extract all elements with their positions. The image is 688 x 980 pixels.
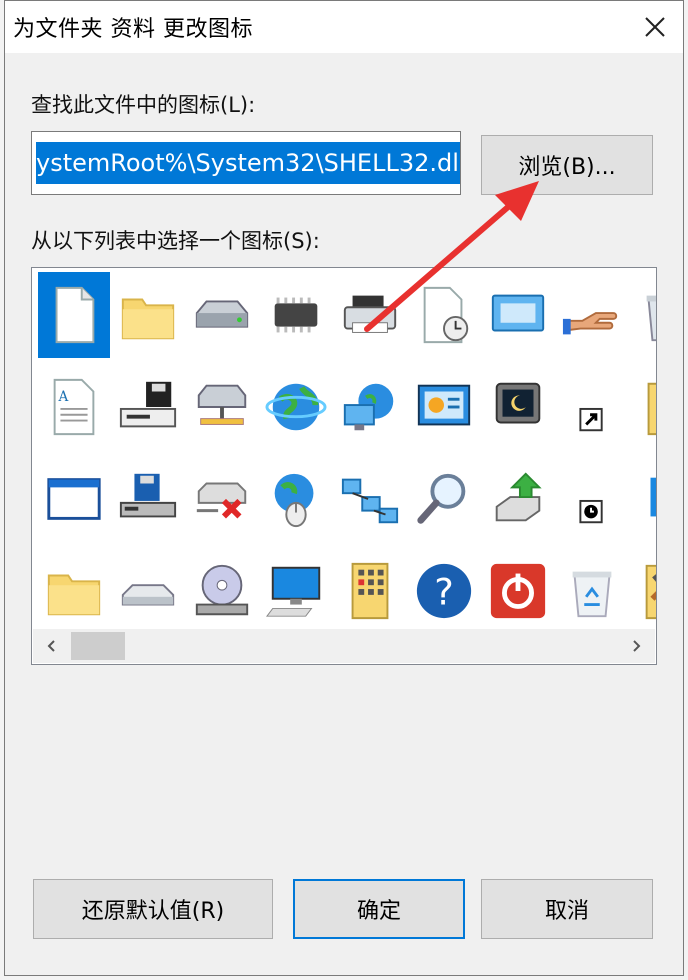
icon-list[interactable]: A? xyxy=(31,267,657,665)
svg-text:?: ? xyxy=(434,571,454,614)
icon-list-item[interactable] xyxy=(408,456,480,542)
icon-list-item[interactable]: A xyxy=(38,364,110,450)
printer-icon xyxy=(343,295,397,333)
icon-list-item[interactable] xyxy=(556,456,628,542)
icon-list-item[interactable] xyxy=(186,456,258,542)
dialog-title: 为文件夹 资料 更改图标 xyxy=(13,17,253,42)
power-button-icon xyxy=(490,563,546,619)
icon-list-item[interactable] xyxy=(334,272,406,358)
document-clock-icon xyxy=(423,286,469,344)
icon-list-item[interactable] xyxy=(112,456,184,542)
icon-list-item[interactable] xyxy=(112,364,184,450)
icon-list-item[interactable] xyxy=(408,364,480,450)
path-selected-text: ystemRoot%\System32\SHELL32.dll xyxy=(36,142,460,184)
cd-drive-icon xyxy=(195,564,249,616)
network-connections-icon xyxy=(341,478,399,524)
icon-list-item[interactable] xyxy=(556,272,628,358)
floppy-drive-icon xyxy=(119,473,177,518)
icon-list-item[interactable] xyxy=(334,456,406,542)
icon-list-item[interactable] xyxy=(112,272,184,358)
tools-folder-icon xyxy=(645,564,656,620)
drive-with-floppy-icon xyxy=(119,381,177,428)
hard-drive-icon xyxy=(195,300,249,328)
icon-list-item[interactable] xyxy=(186,364,258,450)
icon-list-item[interactable] xyxy=(334,364,406,450)
monitor-moon-icon xyxy=(495,382,541,424)
memory-chip-icon xyxy=(274,297,318,333)
icon-list-item[interactable] xyxy=(186,272,258,358)
icon-file-path-input[interactable]: ystemRoot%\System32\SHELL32.dll xyxy=(31,131,461,195)
folder-key-icon xyxy=(647,382,656,436)
sharing-hand-icon xyxy=(562,312,618,335)
blank-window-icon xyxy=(47,478,101,520)
icon-list-item[interactable] xyxy=(38,548,110,634)
icon-list-item[interactable] xyxy=(186,548,258,634)
help-question-icon: ? xyxy=(416,563,472,619)
close-button[interactable] xyxy=(635,7,675,47)
network-drive-icon xyxy=(197,384,247,425)
browse-button[interactable]: 浏览(B)... xyxy=(481,135,653,195)
blank-document-icon xyxy=(55,286,95,344)
icon-list-item[interactable] xyxy=(556,364,628,450)
screen-window-icon xyxy=(491,294,545,332)
look-for-icons-label: 查找此文件中的图标(L): xyxy=(31,93,256,117)
select-icon-label: 从以下列表中选择一个图标(S): xyxy=(31,229,320,253)
close-icon xyxy=(645,17,665,37)
icon-list-item[interactable] xyxy=(260,364,332,450)
icon-list-item[interactable] xyxy=(482,548,554,634)
presentation-icon xyxy=(417,384,471,426)
scroll-left-button[interactable] xyxy=(39,633,65,659)
search-magnifier-icon xyxy=(417,473,466,524)
globe-mouse-icon xyxy=(274,473,314,528)
icon-list-item[interactable] xyxy=(630,548,656,634)
folder-icon-2 xyxy=(47,574,101,616)
icon-list-item[interactable] xyxy=(630,272,656,358)
horizontal-scrollbar[interactable] xyxy=(33,629,655,663)
icon-list-item[interactable] xyxy=(482,456,554,542)
icon-list-item[interactable] xyxy=(260,456,332,542)
icon-list-item[interactable] xyxy=(260,548,332,634)
chevron-right-icon xyxy=(633,640,641,652)
folder-icon xyxy=(121,298,175,340)
icon-list-item[interactable] xyxy=(482,272,554,358)
icon-list-item[interactable] xyxy=(38,456,110,542)
icon-list-item[interactable] xyxy=(260,272,332,358)
recycle-bin-empty-icon xyxy=(572,571,612,618)
svg-text:A: A xyxy=(58,389,69,405)
ok-button[interactable]: 确定 xyxy=(293,879,465,939)
globe-icon xyxy=(265,383,327,431)
chevron-left-icon xyxy=(47,640,55,652)
scroll-thumb[interactable] xyxy=(71,632,125,660)
disconnected-drive-icon xyxy=(196,482,247,519)
icon-list-item[interactable] xyxy=(38,272,110,358)
clock-overlay-icon xyxy=(579,499,603,524)
icon-list-item[interactable] xyxy=(112,548,184,634)
flat-drive-icon xyxy=(121,584,175,606)
icon-list-item[interactable] xyxy=(556,548,628,634)
icon-list-item[interactable] xyxy=(630,456,656,542)
folder-grid-icon xyxy=(351,562,389,620)
computer-monitor-icon xyxy=(265,566,321,617)
text-document-icon: A xyxy=(53,378,95,436)
blue-tile-icon xyxy=(650,477,656,517)
network-globe-monitor-icon xyxy=(343,383,394,431)
usb-drive-arrow-icon xyxy=(495,472,542,522)
shortcut-arrow-icon xyxy=(579,407,603,432)
icon-list-item[interactable]: ? xyxy=(408,548,480,634)
cancel-button[interactable]: 取消 xyxy=(481,879,653,939)
icon-list-item[interactable] xyxy=(334,548,406,634)
change-icon-dialog: 为文件夹 资料 更改图标 查找此文件中的图标(L): ystemRoot%\Sy… xyxy=(4,0,684,976)
icon-list-item[interactable] xyxy=(408,272,480,358)
restore-defaults-button[interactable]: 还原默认值(R) xyxy=(33,879,273,939)
icon-list-item[interactable] xyxy=(482,364,554,450)
title-bar: 为文件夹 资料 更改图标 xyxy=(5,1,683,53)
recycle-bin-full-icon xyxy=(646,295,656,342)
scroll-right-button[interactable] xyxy=(623,633,649,659)
icon-list-item[interactable] xyxy=(630,364,656,450)
